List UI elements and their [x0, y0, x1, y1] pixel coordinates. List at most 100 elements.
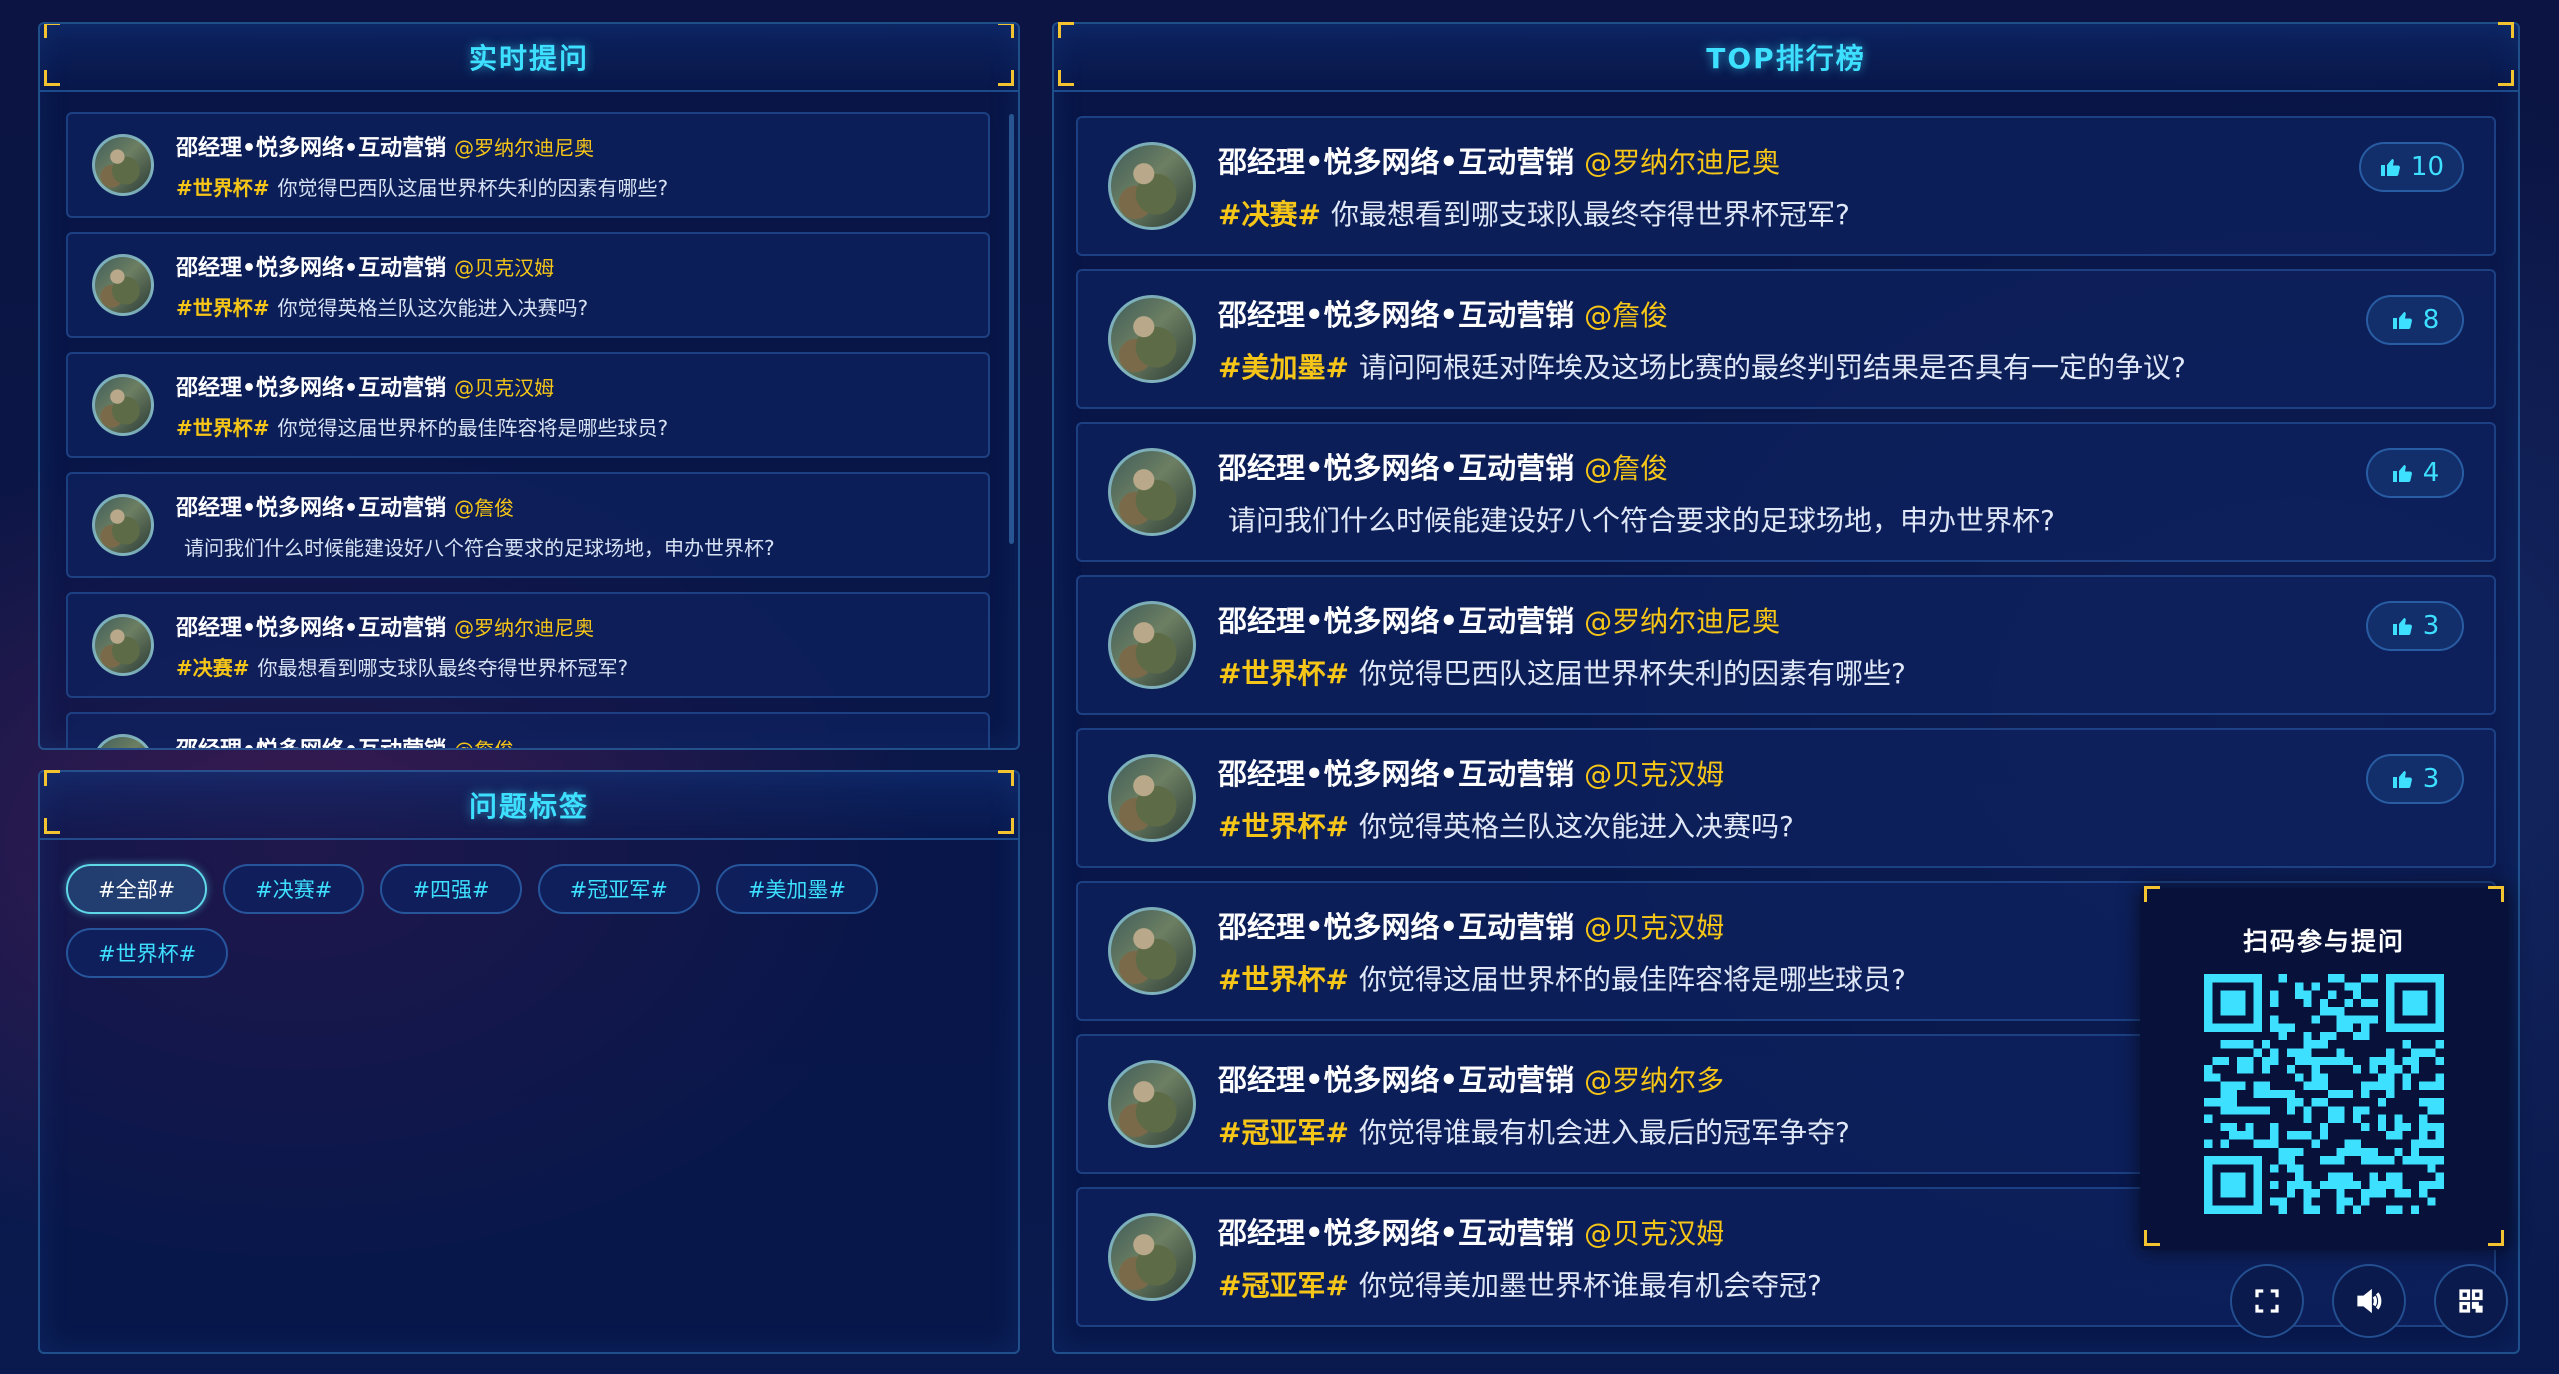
like-count: 8 — [2422, 305, 2440, 335]
frame-corner — [998, 70, 1014, 86]
qr-title: 扫码参与提问 — [2242, 927, 2405, 956]
qrcode-icon — [2459, 1289, 2483, 1313]
like-button[interactable]: 10 — [2358, 142, 2464, 192]
frame-corner — [2144, 1230, 2160, 1246]
question-text: 你觉得这届世界杯的最佳阵容将是哪些球员? — [277, 415, 669, 440]
mention: @贝克汉姆 — [454, 375, 555, 400]
fullscreen-button[interactable] — [2230, 1264, 2304, 1338]
avatar — [1108, 1060, 1196, 1148]
tag-chip-usmexcan[interactable]: #美加墨# — [715, 864, 879, 914]
volume-button[interactable] — [2332, 1264, 2406, 1338]
live-question-item[interactable]: 邵经理•悦多网络•互动营销 @罗纳尔迪尼奥 #决赛# 你最想看到哪支球队最终夺得世界… — [66, 592, 990, 698]
frame-corner — [2498, 22, 2514, 38]
avatar — [1108, 448, 1196, 536]
ranking-item[interactable]: 邵经理•悦多网络•互动营销 @詹俊 请问我们什么时候能建设好八个符合要求的足球场地，… — [1076, 422, 2496, 562]
like-button[interactable]: 4 — [2366, 448, 2464, 498]
question-text: 你觉得谁最有机会进入最后的冠军争夺? — [1358, 1116, 1850, 1149]
frame-corner — [2488, 1230, 2504, 1246]
mention: @詹俊 — [454, 495, 515, 520]
frame-corner — [2498, 70, 2514, 86]
question-text: 你觉得美加墨世界杯谁最有机会夺冠? — [1358, 1269, 1822, 1302]
avatar — [1108, 142, 1196, 230]
question-tag: #世界杯# — [1218, 963, 1349, 996]
question-text: 你最想看到哪支球队最终夺得世界杯冠军? — [1330, 198, 1850, 231]
mention: @贝克汉姆 — [1584, 911, 1725, 944]
question-text: 你觉得英格兰队这次能进入决赛吗? — [277, 295, 589, 320]
mention: @贝克汉姆 — [454, 255, 555, 280]
tag-chip-champion[interactable]: #冠亚军# — [537, 864, 700, 914]
qrcode-button[interactable] — [2434, 1264, 2508, 1338]
question-tag: #冠亚军# — [1218, 1269, 1349, 1302]
top-panel-header: TOP排行榜 — [1054, 22, 2518, 92]
tags-panel-header: 问题标签 — [40, 770, 1018, 840]
question-text: 你觉得巴西队这届世界杯失利的因素有哪些? — [277, 175, 669, 200]
live-question-item[interactable]: 邵经理•悦多网络•互动营销 @詹俊 请问我们什么时候能建设好八个符合要求的足球场地… — [66, 472, 990, 578]
ranking-item[interactable]: 邵经理•悦多网络•互动营销 @詹俊 #美加墨# 请问阿根廷对阵埃及这场比赛的最终判罚结… — [1076, 269, 2496, 409]
frame-corner — [2144, 886, 2160, 902]
ranking-item[interactable]: 邵经理•悦多网络•互动营销 @罗纳尔迪尼奥 #世界杯# 你觉得巴西队这届世界杯失利的因… — [1076, 575, 2496, 715]
volume-icon — [2357, 1288, 2382, 1314]
live-panel-title: 实时提问 — [468, 42, 589, 75]
mention: @罗纳尔迪尼奥 — [454, 135, 595, 160]
avatar — [1108, 295, 1196, 383]
live-question-item[interactable]: 邵经理•悦多网络•互动营销 @贝克汉姆 #世界杯# 你觉得英格兰队这次能进入决赛吗? — [66, 232, 990, 338]
tag-chip-semifinal[interactable]: #四强# — [380, 864, 522, 914]
tag-chip-worldcup[interactable]: #世界杯# — [66, 928, 229, 978]
like-button[interactable]: 3 — [2366, 601, 2464, 651]
thumbs-up-icon — [2392, 465, 2412, 482]
thumbs-up-icon — [2392, 312, 2412, 329]
like-button[interactable]: 3 — [2366, 754, 2464, 804]
scrollbar[interactable] — [1009, 114, 1014, 544]
like-count: 10 — [2410, 152, 2444, 182]
tag-list: #全部# #决赛# #四强# #冠亚军# #美加墨# #世界杯# — [40, 840, 1018, 1002]
user-name: 邵经理•悦多网络•互动营销 — [176, 738, 446, 748]
question-text: 你觉得英格兰队这次能进入决赛吗? — [1358, 810, 1794, 843]
like-count: 3 — [2422, 611, 2440, 641]
avatar — [1108, 907, 1196, 995]
question-tag: #决赛# — [176, 655, 250, 680]
mention: @罗纳尔迪尼奥 — [454, 615, 595, 640]
live-question-item[interactable]: 邵经理•悦多网络•互动营销 @罗纳尔迪尼奥 #世界杯# 你觉得巴西队这届世界杯失利的… — [66, 112, 990, 218]
mention: @罗纳尔迪尼奥 — [1584, 146, 1781, 179]
user-name: 邵经理•悦多网络•互动营销 — [1218, 451, 1575, 485]
qr-code-image — [2204, 974, 2444, 1214]
avatar — [1108, 601, 1196, 689]
avatar — [92, 374, 154, 436]
qr-code-popup: 扫码参与提问 — [2140, 886, 2508, 1250]
ranking-item[interactable]: 邵经理•悦多网络•互动营销 @罗纳尔迪尼奥 #决赛# 你最想看到哪支球队最终夺得世界杯… — [1076, 116, 2496, 256]
frame-corner — [44, 770, 60, 786]
frame-corner — [1058, 22, 1074, 38]
ranking-item[interactable]: 邵经理•悦多网络•互动营销 @贝克汉姆 #世界杯# 你觉得英格兰队这次能进入决赛吗? 3 — [1076, 728, 2496, 868]
tags-panel-title: 问题标签 — [468, 790, 589, 823]
frame-corner — [44, 70, 60, 86]
tag-chip-all[interactable]: #全部# — [66, 864, 208, 914]
mention: @詹俊 — [454, 738, 514, 748]
like-button[interactable]: 8 — [2366, 295, 2464, 345]
question-tag: #决赛# — [1218, 198, 1321, 231]
question-tag: #世界杯# — [176, 175, 270, 200]
question-tags-panel: 问题标签 #全部# #决赛# #四强# #冠亚军# #美加墨# #世界杯# — [38, 770, 1020, 1354]
user-name: 邵经理•悦多网络•互动营销 — [176, 615, 447, 641]
question-text: 你最想看到哪支球队最终夺得世界杯冠军? — [257, 655, 629, 680]
live-question-list[interactable]: 邵经理•悦多网络•互动营销 @罗纳尔迪尼奥 #世界杯# 你觉得巴西队这届世界杯失利的… — [66, 112, 990, 748]
question-tag: #美加墨# — [1218, 351, 1349, 384]
live-question-item[interactable]: 邵经理•悦多网络•互动营销 @贝克汉姆 #世界杯# 你觉得这届世界杯的最佳阵容将是哪… — [66, 352, 990, 458]
question-tag: #冠亚军# — [1218, 1116, 1349, 1149]
question-text: 请问我们什么时候能建设好八个符合要求的足球场地，申办世界杯? — [184, 535, 775, 560]
user-name: 邵经理•悦多网络•互动营销 — [176, 135, 447, 161]
avatar — [92, 134, 154, 196]
user-name: 邵经理•悦多网络•互动营销 — [1218, 1216, 1575, 1250]
user-name: 邵经理•悦多网络•互动营销 — [1218, 604, 1575, 638]
avatar — [1108, 754, 1196, 842]
avatar — [92, 614, 154, 676]
fullscreen-icon — [2255, 1289, 2279, 1313]
question-tag: #世界杯# — [1218, 810, 1349, 843]
question-text: 请问我们什么时候能建设好八个符合要求的足球场地，申办世界杯? — [1228, 504, 2055, 537]
question-tag: #世界杯# — [1218, 657, 1349, 690]
thumbs-up-icon — [2392, 771, 2412, 788]
tag-chip-final[interactable]: #决赛# — [223, 864, 365, 914]
like-count: 3 — [2422, 764, 2440, 794]
live-question-item[interactable]: 邵经理•悦多网络•互动营销 @詹俊 — [66, 712, 990, 748]
frame-corner — [1058, 70, 1074, 86]
user-name: 邵经理•悦多网络•互动营销 — [1218, 1063, 1575, 1097]
